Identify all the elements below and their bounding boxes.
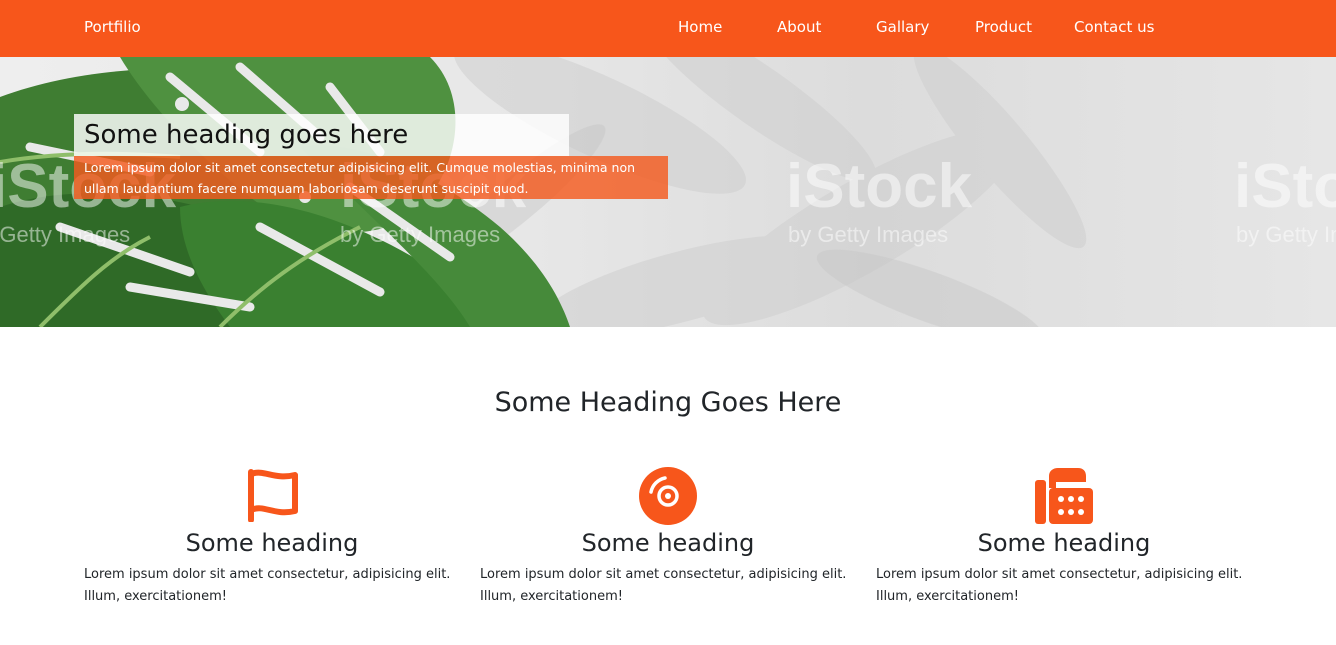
navbar: Portfilio Home About Gallary Product Con… [0,0,1336,57]
watermark-subtext: by Getty Images [1236,222,1336,247]
watermark-subtext: by Getty Images [788,222,948,247]
disc-icon [480,466,856,528]
fax-icon [876,466,1252,528]
nav-link-contact[interactable]: Contact us [1074,17,1154,37]
nav-link-gallary[interactable]: Gallary [876,17,929,37]
nav-link-about[interactable]: About [777,17,821,37]
feature-heading: Some heading [977,529,1151,557]
nav-link-home[interactable]: Home [678,17,722,37]
hero-banner: iStock iStock iStock iStock by Getty Ima… [0,57,1336,327]
feature-heading: Some heading [581,529,755,557]
watermark-subtext: by Getty Images [340,222,500,247]
watermark-text: iStock [1234,152,1336,221]
feature-text: Lorem ipsum dolor sit amet consectetur, … [84,567,451,604]
feature-heading: Some heading [185,529,359,557]
feature-text: Lorem ipsum dolor sit amet consectetur, … [876,567,1243,604]
brand-link[interactable]: Portfilio [84,17,141,37]
hero-subtitle: Lorem ipsum dolor sit amet consectetur a… [84,160,636,196]
nav-link-product[interactable]: Product [975,17,1032,37]
hero-title: Some heading goes here [84,120,409,150]
flag-icon [84,466,460,528]
feature-text: Lorem ipsum dolor sit amet consectetur, … [480,567,847,604]
watermark-subtext: by Getty Images [0,222,130,247]
watermark-text: iStock [786,152,973,221]
section-title: Some Heading Goes Here [494,387,842,418]
